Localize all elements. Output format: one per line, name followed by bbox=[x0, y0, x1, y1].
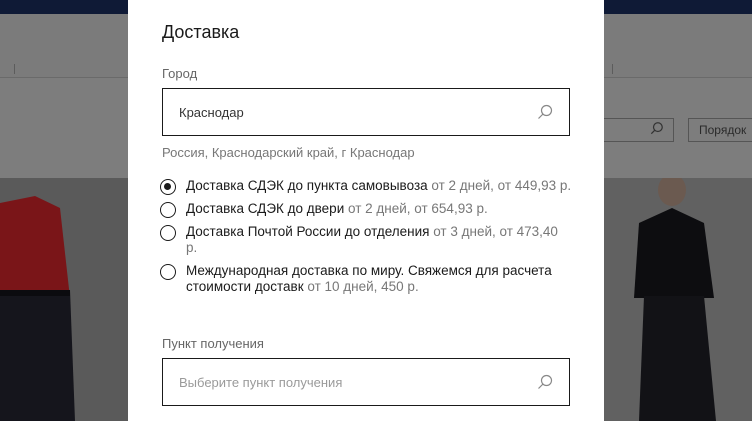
background-product-photo[interactable] bbox=[604, 178, 752, 421]
search-icon[interactable] bbox=[537, 374, 553, 390]
background-divider bbox=[612, 64, 613, 74]
pickup-point-input[interactable] bbox=[179, 374, 537, 390]
delivery-option-cdek-door[interactable]: Доставка СДЭК до двери от 2 дней, от 654… bbox=[160, 201, 572, 218]
delivery-option-russian-post[interactable]: Доставка Почтой России до отделения от 3… bbox=[160, 224, 572, 256]
city-address-hint: Россия, Краснодарский край, г Краснодар bbox=[162, 145, 415, 160]
city-field[interactable] bbox=[162, 88, 570, 136]
background-sort-dropdown[interactable]: Порядок bbox=[688, 118, 752, 142]
radio-button[interactable] bbox=[160, 225, 176, 241]
background-product-photo[interactable] bbox=[0, 178, 128, 421]
delivery-option-international[interactable]: Международная доставка по миру. Свяжемся… bbox=[160, 263, 572, 295]
city-input[interactable] bbox=[179, 104, 537, 120]
delivery-option-name: Доставка СДЭК до пункта самовывоза bbox=[186, 178, 428, 193]
delivery-options: Доставка СДЭК до пункта самовывоза от 2 … bbox=[160, 178, 572, 302]
background-search-icon[interactable] bbox=[650, 121, 672, 139]
delivery-option-name: Доставка СДЭК до двери bbox=[186, 201, 345, 216]
delivery-option-meta: от 10 дней, 450 р. bbox=[303, 279, 419, 294]
city-label: Город bbox=[162, 66, 198, 81]
pickup-point-field[interactable] bbox=[162, 358, 570, 406]
modal-title: Доставка bbox=[162, 22, 240, 42]
radio-button[interactable] bbox=[160, 179, 176, 195]
delivery-modal: Доставка Город Россия, Краснодарский кра… bbox=[128, 0, 604, 421]
background-divider bbox=[14, 64, 15, 74]
delivery-option-meta: от 2 дней, от 654,93 р. bbox=[344, 201, 488, 216]
search-icon[interactable] bbox=[537, 104, 553, 120]
delivery-option-meta: от 2 дней, от 449,93 р. bbox=[427, 178, 572, 193]
delivery-option-name: Доставка Почтой России до отделения bbox=[186, 224, 430, 239]
delivery-option-cdek-pickup[interactable]: Доставка СДЭК до пункта самовывоза от 2 … bbox=[160, 178, 572, 195]
pickup-point-label: Пункт получения bbox=[162, 336, 264, 351]
radio-button[interactable] bbox=[160, 202, 176, 218]
radio-button[interactable] bbox=[160, 264, 176, 280]
